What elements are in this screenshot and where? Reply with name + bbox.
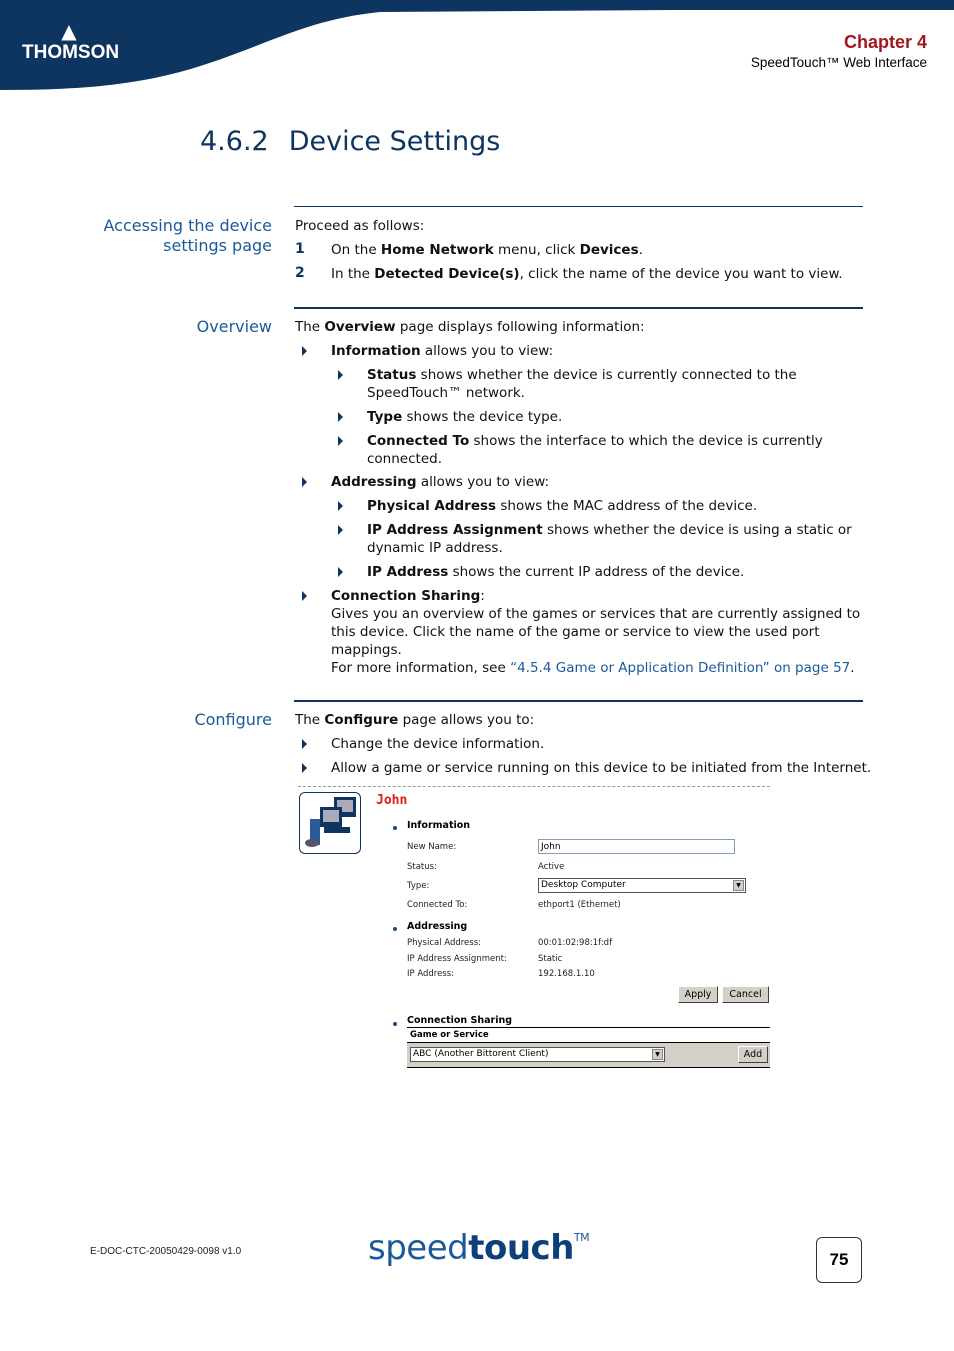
bullet-arrow-icon (302, 591, 307, 601)
document-id: E-DOC-CTC-20050429-0098 v1.0 (90, 1246, 242, 1257)
new-name-input[interactable]: John (538, 839, 735, 854)
overview-intro: The Overview page displays following inf… (295, 319, 645, 335)
bullet-arrow-icon (302, 763, 307, 773)
ip-address-value: 192.168.1.10 (538, 969, 595, 979)
connected-value: ethport1 (Ethernet) (538, 900, 621, 910)
field-label: New Name: (407, 842, 457, 852)
divider (294, 206, 863, 207)
add-button[interactable]: Add (738, 1046, 768, 1063)
cancel-button[interactable]: Cancel (722, 986, 769, 1003)
bullet-arrow-icon (338, 370, 343, 380)
section-number: 4.6.2 (200, 126, 269, 157)
chevron-down-icon[interactable]: ▼ (733, 880, 744, 891)
list-item: Status shows whether the device is curre… (367, 367, 797, 401)
list-item: Connection Sharing: Gives you an overvie… (331, 588, 861, 676)
chevron-down-icon[interactable]: ▼ (652, 1049, 663, 1060)
bullet-arrow-icon (338, 501, 343, 511)
connection-sharing-heading: Connection Sharing (407, 1015, 513, 1026)
brand-name: THOMSON (22, 42, 120, 63)
side-heading-line: settings page (163, 236, 272, 255)
table-border (407, 1027, 770, 1028)
bullet-arrow-icon (338, 436, 343, 446)
list-item: Information allows you to view: (331, 343, 554, 359)
step-number: 1 (295, 241, 305, 257)
table-border (407, 1067, 770, 1068)
information-heading: Information (407, 820, 471, 831)
type-select-value: Desktop Computer (541, 880, 626, 890)
step-text: In the Detected Device(s), click the nam… (331, 266, 843, 282)
field-label: Type: (407, 881, 430, 891)
list-item: Type shows the device type. (367, 409, 563, 425)
step-number: 2 (295, 265, 305, 281)
field-label: IP Address: (407, 969, 455, 979)
intro-text: Proceed as follows: (295, 218, 425, 234)
apply-button[interactable]: Apply (678, 986, 718, 1003)
game-select-value: ABC (Another Bittorent Client) (413, 1049, 549, 1059)
list-item: Change the device information. (331, 736, 545, 752)
game-service-select[interactable]: ABC (Another Bittorent Client) ▼ (410, 1047, 665, 1062)
thomson-logo-icon: ▲ (61, 19, 77, 43)
divider (294, 307, 863, 309)
chapter-subtitle: SpeedTouch™ Web Interface (750, 55, 927, 70)
chapter-label: Chapter 4 (843, 32, 927, 52)
page-number: 75 (816, 1237, 862, 1283)
field-label: Status: (407, 862, 437, 872)
list-item: IP Address shows the current IP address … (367, 564, 745, 580)
physical-address-value: 00:01:02:98:1f:df (538, 938, 613, 948)
device-computer-icon (299, 792, 361, 854)
bullet-arrow-icon (302, 346, 307, 356)
list-item: Addressing allows you to view: (331, 474, 550, 490)
bullet-arrow-icon (338, 567, 343, 577)
page-title: 4.6.2 Device Settings (200, 126, 500, 157)
device-name-heading: John (376, 793, 408, 808)
section-title: Device Settings (288, 126, 501, 157)
bullet-arrow-icon (338, 525, 343, 535)
field-label: Connected To: (407, 900, 468, 910)
side-heading-accessing: Accessing the device settings page (104, 216, 273, 256)
addressing-heading: Addressing (407, 921, 468, 932)
speedtouch-logo: speedtouchTM (368, 1228, 590, 1268)
list-item: Connected To shows the interface to whic… (367, 433, 823, 467)
list-item: Allow a game or service running on this … (331, 760, 872, 776)
side-heading-configure: Configure (194, 710, 272, 729)
bullet-arrow-icon (338, 412, 343, 422)
bullet-arrow-icon (302, 739, 307, 749)
status-value: Active (538, 862, 565, 872)
list-item: Physical Address shows the MAC address o… (367, 498, 758, 514)
field-label: Physical Address: (407, 938, 481, 948)
thomson-logo: ▲ THOMSON (22, 19, 120, 64)
step-text: On the Home Network menu, click Devices. (331, 242, 643, 258)
divider (294, 700, 863, 702)
bullet-icon (393, 826, 397, 830)
list-item: IP Address Assignment shows whether the … (367, 522, 852, 556)
bullet-arrow-icon (302, 477, 307, 487)
side-heading-line: Accessing the device (103, 216, 273, 235)
field-label: IP Address Assignment: (407, 954, 507, 964)
column-header: Game or Service (410, 1030, 489, 1040)
type-select[interactable]: Desktop Computer ▼ (538, 878, 746, 893)
ip-assignment-value: Static (538, 954, 563, 964)
header-banner (0, 0, 954, 90)
configure-intro: The Configure page allows you to: (295, 712, 535, 728)
side-heading-overview: Overview (196, 317, 272, 336)
cross-reference-link[interactable]: “4.5.4 Game or Application Definition” o… (510, 660, 850, 676)
bullet-icon (393, 1022, 397, 1026)
dashed-divider (298, 786, 770, 787)
bullet-icon (393, 927, 397, 931)
